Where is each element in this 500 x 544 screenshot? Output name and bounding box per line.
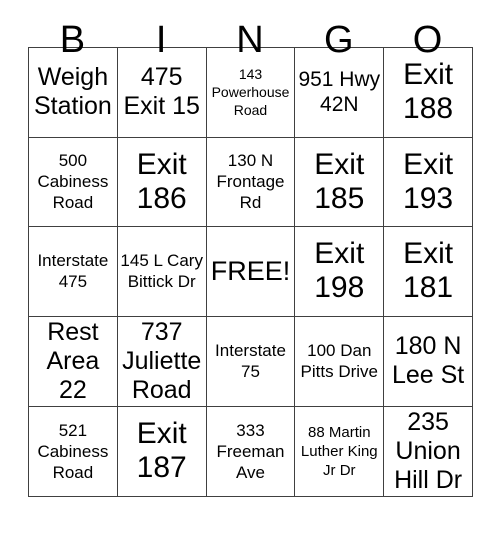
bingo-cell-o5[interactable]: 235 Union Hill Dr: [383, 405, 473, 497]
bingo-cell-o3[interactable]: Exit 181: [383, 226, 473, 317]
bingo-row: 521 Cabiness Road Exit 187 333 Freeman A…: [28, 405, 473, 497]
header-letter-b: B: [59, 19, 86, 61]
bingo-cell-i4[interactable]: 737 Juliette Road: [116, 315, 207, 407]
bingo-cell-text: 145 L Cary Bittick Dr: [120, 251, 203, 292]
bingo-cell-text: 88 Martin Luther King Jr Dr: [300, 423, 378, 479]
bingo-cell-text: 475 Exit 15: [123, 63, 200, 121]
bingo-cell-text: Exit 188: [403, 58, 454, 126]
bingo-row: 500 Cabiness Road Exit 186 130 N Frontag…: [28, 136, 473, 228]
bingo-cell-o1[interactable]: Exit 188: [383, 47, 473, 138]
bingo-cell-n4[interactable]: Interstate 75: [205, 315, 296, 407]
bingo-cell-text: 100 Dan Pitts Drive: [300, 341, 379, 382]
bingo-cell-text: Rest Area 22: [46, 317, 100, 404]
bingo-cell-o4[interactable]: 180 N Lee St: [383, 315, 473, 407]
bingo-cell-text: 180 N Lee St: [391, 332, 465, 390]
bingo-cell-text: Exit 193: [403, 147, 454, 215]
bingo-cell-text: Interstate 75: [215, 341, 286, 382]
header-letter-i: I: [155, 19, 167, 61]
bingo-cell-g3[interactable]: Exit 198: [294, 226, 385, 317]
bingo-cell-text: 333 Freeman Ave: [216, 420, 285, 482]
bingo-cell-b4[interactable]: Rest Area 22: [28, 315, 118, 407]
bingo-cell-text: Exit 181: [403, 237, 454, 305]
free-space-label: FREE!: [210, 255, 291, 286]
bingo-cell-text: Interstate 475: [37, 251, 109, 292]
bingo-cell-text: Exit 185: [314, 147, 365, 215]
bingo-cell-i3[interactable]: 145 L Cary Bittick Dr: [116, 226, 207, 317]
bingo-cell-b3[interactable]: Interstate 475: [28, 226, 118, 317]
bingo-cell-b2[interactable]: 500 Cabiness Road: [28, 136, 118, 228]
header-letter-n: N: [236, 19, 264, 61]
bingo-cell-i5[interactable]: Exit 187: [116, 405, 207, 497]
bingo-cell-text: 951 Hwy 42N: [298, 68, 381, 117]
header-letter-g: G: [324, 19, 354, 61]
bingo-cell-text: Exit 198: [314, 237, 365, 305]
bingo-cell-text: Exit 186: [136, 147, 187, 215]
bingo-cell-g4[interactable]: 100 Dan Pitts Drive: [294, 315, 385, 407]
header-letter-o: O: [412, 19, 443, 61]
bingo-cell-o2[interactable]: Exit 193: [383, 136, 473, 228]
bingo-cell-b5[interactable]: 521 Cabiness Road: [28, 405, 118, 497]
bingo-cell-n5[interactable]: 333 Freeman Ave: [205, 405, 296, 497]
bingo-header: B I N G O: [28, 0, 472, 61]
bingo-cell-text: 143 Powerhouse Road: [211, 66, 290, 119]
bingo-cell-text: 130 N Frontage Rd: [216, 151, 285, 213]
bingo-cell-text: 521 Cabiness Road: [37, 420, 109, 482]
bingo-grid: Weigh Station 475 Exit 15 143 Powerhouse…: [28, 47, 473, 497]
bingo-cell-free-space[interactable]: FREE!: [205, 226, 296, 317]
bingo-cell-text: 500 Cabiness Road: [37, 151, 109, 213]
bingo-cell-n2[interactable]: 130 N Frontage Rd: [205, 136, 296, 228]
bingo-cell-text: Exit 187: [136, 417, 187, 485]
bingo-cell-g5[interactable]: 88 Martin Luther King Jr Dr: [294, 405, 385, 497]
bingo-cell-g2[interactable]: Exit 185: [294, 136, 385, 228]
bingo-row: Interstate 475 145 L Cary Bittick Dr FRE…: [28, 226, 473, 317]
bingo-row: Rest Area 22 737 Juliette Road Interstat…: [28, 315, 473, 407]
bingo-cell-i2[interactable]: Exit 186: [116, 136, 207, 228]
bingo-card: B I N G O Weigh Station 475 Exit 15 143 …: [0, 0, 500, 544]
bingo-cell-text: 737 Juliette Road: [122, 317, 202, 404]
bingo-cell-text: 235 Union Hill Dr: [394, 407, 463, 494]
bingo-cell-text: Weigh Station: [33, 63, 112, 121]
